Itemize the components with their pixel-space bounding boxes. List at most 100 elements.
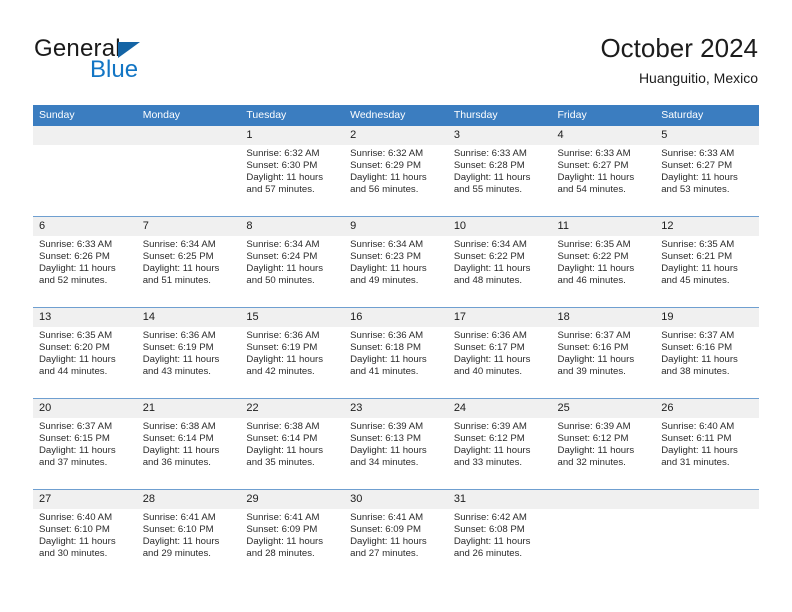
- day-detail-line: Sunset: 6:09 PM: [246, 524, 318, 536]
- day-detail-line: Sunrise: 6:41 AM: [350, 512, 424, 523]
- calendar-day-cell[interactable]: 22 Sunrise: 6:38 AM Sunset: 6:14 PM Dayligh…: [240, 398, 345, 490]
- calendar-day-cell[interactable]: 8 Sunrise: 6:34 AM Sunset: 6:24 PM Daylight…: [240, 216, 345, 308]
- day-detail-line: Sunset: 6:14 PM: [142, 433, 214, 445]
- calendar-day-cell[interactable]: 23 Sunrise: 6:39 AM Sunset: 6:13 PM Dayligh…: [344, 398, 448, 490]
- weekday-header-saturday: Saturday: [655, 105, 759, 126]
- day-number: 1: [240, 126, 345, 145]
- calendar-day-cell[interactable]: 1 Sunrise: 6:32 AM Sunset: 6:30 PM Daylight…: [240, 126, 345, 217]
- weekday-header-sunday: Sunday: [33, 105, 137, 126]
- day-detail-line: and 51 minutes.: [142, 275, 211, 287]
- day-number: 31: [447, 490, 552, 509]
- day-detail-line: and 49 minutes.: [350, 275, 419, 287]
- day-detail-line: Sunset: 6:29 PM: [350, 160, 422, 172]
- calendar-day-cell[interactable]: 12 Sunrise: 6:35 AM Sunset: 6:21 PM Dayligh…: [655, 216, 759, 308]
- calendar-day-cell-empty: [136, 126, 241, 217]
- day-detail-line: Sunrise: 6:41 AM: [246, 512, 320, 523]
- calendar-day-cell[interactable]: 21 Sunrise: 6:38 AM Sunset: 6:14 PM Dayligh…: [136, 398, 241, 490]
- calendar-day-cell[interactable]: 4 Sunrise: 6:33 AM Sunset: 6:27 PM Daylight…: [551, 126, 656, 217]
- day-detail-line: Sunrise: 6:34 AM: [246, 239, 320, 250]
- calendar-day-cell[interactable]: 30 Sunrise: 6:41 AM Sunset: 6:09 PM Dayligh…: [344, 489, 448, 580]
- calendar-day-cell[interactable]: 19 Sunrise: 6:37 AM Sunset: 6:16 PM Dayligh…: [655, 307, 759, 399]
- calendar-day-cell[interactable]: 18 Sunrise: 6:37 AM Sunset: 6:16 PM Dayligh…: [551, 307, 656, 399]
- calendar-day-cell[interactable]: 20 Sunrise: 6:37 AM Sunset: 6:15 PM Dayligh…: [33, 398, 137, 490]
- day-detail-line: Sunrise: 6:32 AM: [350, 148, 424, 159]
- day-number: 21: [136, 399, 241, 418]
- day-details: Sunrise: 6:34 AM Sunset: 6:23 PM Daylight:…: [344, 236, 448, 287]
- day-detail-line: Daylight: 11 hours: [661, 445, 738, 457]
- day-detail-line: Sunrise: 6:36 AM: [246, 330, 320, 341]
- calendar-day-cell[interactable]: 7 Sunrise: 6:34 AM Sunset: 6:25 PM Daylight…: [136, 216, 241, 308]
- calendar-day-cell[interactable]: 13 Sunrise: 6:35 AM Sunset: 6:20 PM Dayligh…: [33, 307, 137, 399]
- calendar-day-cell[interactable]: 6 Sunrise: 6:33 AM Sunset: 6:26 PM Daylight…: [33, 216, 137, 308]
- day-number: 8: [240, 217, 345, 236]
- day-details: Sunrise: 6:32 AM Sunset: 6:29 PM Daylight:…: [344, 145, 448, 196]
- calendar-day-cell[interactable]: 24 Sunrise: 6:39 AM Sunset: 6:12 PM Dayligh…: [447, 398, 552, 490]
- day-detail-line: Sunrise: 6:40 AM: [39, 512, 113, 523]
- day-detail-line: and 42 minutes.: [246, 366, 315, 378]
- calendar-day-cell[interactable]: 28 Sunrise: 6:41 AM Sunset: 6:10 PM Dayligh…: [136, 489, 241, 580]
- calendar-day-cell-empty: [551, 489, 656, 580]
- page-title: October 2024: [600, 33, 758, 63]
- day-detail-line: and 53 minutes.: [661, 184, 730, 196]
- day-detail-line: Sunset: 6:11 PM: [661, 433, 732, 445]
- day-detail-line: and 45 minutes.: [661, 275, 730, 287]
- calendar-week-row: 13 Sunrise: 6:35 AM Sunset: 6:20 PM Dayligh…: [33, 307, 759, 399]
- day-detail-line: and 48 minutes.: [453, 275, 523, 287]
- page-header: General Blue October 2024 Huanguitio, Me…: [0, 0, 792, 100]
- day-detail-line: Sunrise: 6:34 AM: [453, 239, 527, 250]
- calendar-day-cell[interactable]: 29 Sunrise: 6:41 AM Sunset: 6:09 PM Dayligh…: [240, 489, 345, 580]
- day-detail-line: and 27 minutes.: [350, 548, 419, 560]
- calendar-week-row: 20 Sunrise: 6:37 AM Sunset: 6:15 PM Dayligh…: [33, 398, 759, 490]
- day-detail-line: and 35 minutes.: [246, 457, 315, 469]
- calendar-week-row: 1 Sunrise: 6:32 AM Sunset: 6:30 PM Daylight…: [33, 126, 759, 217]
- day-detail-line: Sunset: 6:15 PM: [39, 433, 110, 445]
- weekday-header-thursday: Thursday: [447, 105, 552, 126]
- day-detail-line: and 41 minutes.: [350, 366, 419, 378]
- general-blue-logo[interactable]: General Blue: [34, 36, 264, 86]
- day-detail-line: Daylight: 11 hours: [39, 263, 116, 275]
- calendar-day-cell[interactable]: 17 Sunrise: 6:36 AM Sunset: 6:17 PM Dayligh…: [447, 307, 552, 399]
- day-detail-line: Daylight: 11 hours: [142, 354, 220, 366]
- calendar-page: General Blue October 2024 Huanguitio, Me…: [0, 0, 792, 612]
- calendar-day-cell[interactable]: 31 Sunrise: 6:42 AM Sunset: 6:08 PM Dayligh…: [447, 489, 552, 580]
- calendar-day-cell[interactable]: 11 Sunrise: 6:35 AM Sunset: 6:22 PM Dayligh…: [551, 216, 656, 308]
- day-details: Sunrise: 6:39 AM Sunset: 6:12 PM Daylight:…: [552, 418, 656, 469]
- calendar-day-cell[interactable]: 26 Sunrise: 6:40 AM Sunset: 6:11 PM Dayligh…: [655, 398, 759, 490]
- day-number: 27: [33, 490, 137, 509]
- day-detail-line: and 44 minutes.: [39, 366, 108, 378]
- day-details: Sunrise: 6:38 AM Sunset: 6:14 PM Daylight:…: [240, 418, 344, 469]
- calendar-day-cell[interactable]: 14 Sunrise: 6:36 AM Sunset: 6:19 PM Dayligh…: [136, 307, 241, 399]
- day-detail-line: Daylight: 11 hours: [39, 354, 116, 366]
- calendar-week-row: 6 Sunrise: 6:33 AM Sunset: 6:26 PM Daylight…: [33, 216, 759, 308]
- calendar-table: Sunday Monday Tuesday Wednesday Thursday Frid…: [33, 105, 759, 580]
- calendar-day-cell[interactable]: 27 Sunrise: 6:40 AM Sunset: 6:10 PM Dayligh…: [33, 489, 137, 580]
- day-detail-line: Sunset: 6:27 PM: [661, 160, 733, 172]
- calendar-day-cell[interactable]: 15 Sunrise: 6:36 AM Sunset: 6:19 PM Dayligh…: [240, 307, 345, 399]
- calendar-day-cell[interactable]: 16 Sunrise: 6:36 AM Sunset: 6:18 PM Dayligh…: [344, 307, 448, 399]
- calendar-day-cell[interactable]: 10 Sunrise: 6:34 AM Sunset: 6:22 PM Dayligh…: [447, 216, 552, 308]
- calendar-day-cell-empty: [33, 126, 137, 217]
- day-number: 10: [447, 217, 552, 236]
- day-detail-line: and 54 minutes.: [557, 184, 626, 196]
- day-detail-line: Daylight: 11 hours: [453, 172, 531, 184]
- day-detail-line: Daylight: 11 hours: [350, 172, 427, 184]
- calendar-day-cell[interactable]: 3 Sunrise: 6:33 AM Sunset: 6:28 PM Daylight…: [447, 126, 552, 217]
- day-details: Sunrise: 6:35 AM Sunset: 6:20 PM Daylight:…: [33, 327, 137, 378]
- day-number: 3: [447, 126, 552, 145]
- day-detail-line: Daylight: 11 hours: [350, 354, 427, 366]
- day-number: 6: [33, 217, 137, 236]
- day-number: 2: [344, 126, 448, 145]
- day-details: Sunrise: 6:35 AM Sunset: 6:22 PM Daylight:…: [552, 236, 656, 287]
- day-details: Sunrise: 6:41 AM Sunset: 6:10 PM Daylight:…: [137, 509, 241, 560]
- calendar-day-cell[interactable]: 25 Sunrise: 6:39 AM Sunset: 6:12 PM Dayligh…: [551, 398, 656, 490]
- day-detail-line: Sunset: 6:22 PM: [557, 251, 629, 263]
- weekday-header-row: Sunday Monday Tuesday Wednesday Thursday Frid…: [33, 105, 759, 126]
- day-detail-line: Sunrise: 6:39 AM: [557, 421, 631, 432]
- day-number: 11: [551, 217, 656, 236]
- calendar-day-cell[interactable]: 5 Sunrise: 6:33 AM Sunset: 6:27 PM Daylight…: [655, 126, 759, 217]
- calendar-day-cell[interactable]: 9 Sunrise: 6:34 AM Sunset: 6:23 PM Daylight…: [344, 216, 448, 308]
- day-details: Sunrise: 6:36 AM Sunset: 6:17 PM Daylight:…: [448, 327, 552, 378]
- day-number: 5: [655, 126, 759, 145]
- day-detail-line: Sunrise: 6:37 AM: [39, 421, 113, 432]
- calendar-day-cell[interactable]: 2 Sunrise: 6:32 AM Sunset: 6:29 PM Daylight…: [344, 126, 448, 217]
